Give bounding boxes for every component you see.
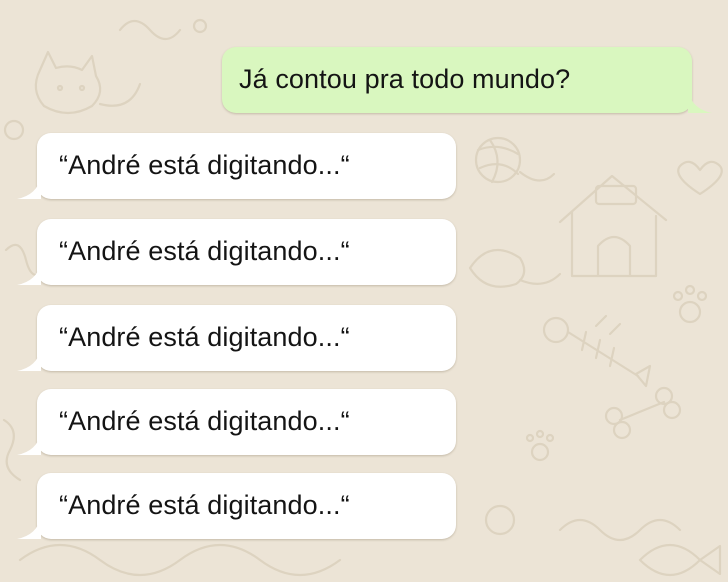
- doghouse-doodle-icon: [558, 174, 668, 278]
- chat-window: Já contou pra todo mundo? “André está di…: [0, 0, 728, 582]
- incoming-message-bubble[interactable]: “André está digitando...“: [17, 473, 456, 539]
- outgoing-message-bubble[interactable]: Já contou pra todo mundo?: [222, 47, 712, 113]
- bubble-tail-left-icon: [17, 517, 41, 539]
- paw-print-doodle-icon: [525, 284, 708, 462]
- scribble-doodle: [118, 19, 182, 41]
- incoming-message-bubble[interactable]: “André está digitando...“: [17, 219, 456, 285]
- bubble-tail-left-icon: [17, 263, 41, 285]
- scribble-doodle: [18, 543, 342, 577]
- heart-doodle-icon: [677, 160, 723, 196]
- incoming-message-bubble[interactable]: “André está digitando...“: [17, 305, 456, 371]
- bubble-tail-left-icon: [17, 433, 41, 455]
- bone-doodle-icon: [604, 386, 682, 440]
- yarn-ball-doodle-icon: [474, 136, 556, 184]
- dot-doodle: [192, 18, 208, 34]
- message-text: “André está digitando...“: [59, 150, 350, 180]
- message-text: “André está digitando...“: [59, 322, 350, 352]
- message-text: “André está digitando...“: [59, 236, 350, 266]
- message-text: Já contou pra todo mundo?: [239, 64, 571, 94]
- mouse-doodle-icon: [468, 248, 562, 288]
- bubble-tail-left-icon: [17, 349, 41, 371]
- incoming-message-bubble[interactable]: “André está digitando...“: [17, 133, 456, 199]
- squiggle-doodle: [558, 518, 682, 542]
- message-text: “André está digitando...“: [59, 406, 350, 436]
- bubble-tail-left-icon: [17, 177, 41, 199]
- dot-doodle: [3, 119, 25, 141]
- cat-doodle-icon: [34, 50, 142, 115]
- bubble-tail-right-icon: [688, 91, 712, 113]
- message-text: “André está digitando...“: [59, 490, 350, 520]
- fish-doodle-icon: [638, 544, 722, 576]
- fish-bone-doodle-icon: [542, 314, 652, 388]
- incoming-message-bubble[interactable]: “André está digitando...“: [17, 389, 456, 455]
- dot-doodle: [484, 504, 516, 536]
